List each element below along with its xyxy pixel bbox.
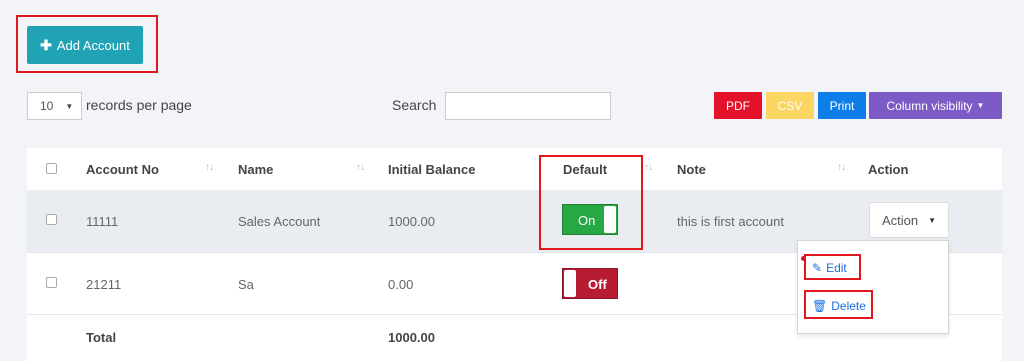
column-visibility-button[interactable]: Column visibility ▼ xyxy=(869,92,1002,119)
sort-icon: ↑↓ xyxy=(644,162,653,173)
account-no-cell: 21211 xyxy=(86,277,122,292)
select-all-checkbox[interactable] xyxy=(46,163,57,174)
sort-icon: ↑↓ xyxy=(205,162,214,173)
csv-button[interactable]: CSV xyxy=(766,92,814,119)
caret-down-icon: ▼ xyxy=(65,101,74,111)
name-cell: Sa xyxy=(238,277,254,292)
total-initial-balance: 1000.00 xyxy=(388,330,435,345)
caret-down-icon: ▼ xyxy=(976,101,985,110)
search-input[interactable] xyxy=(445,92,611,120)
toggle-knob xyxy=(564,270,576,297)
records-per-page-label: records per page xyxy=(86,97,192,113)
column-visibility-label: Column visibility xyxy=(886,98,973,113)
action-label: Action xyxy=(881,212,919,228)
header-initial-balance[interactable]: Initial Balance xyxy=(388,148,475,190)
header-account-no[interactable]: Account No xyxy=(86,148,159,190)
caret-down-icon: ▼ xyxy=(928,215,937,225)
header-note[interactable]: Note xyxy=(677,148,706,190)
header-action: Action xyxy=(868,161,909,177)
records-per-page-value: 10 xyxy=(40,99,54,113)
initial-balance-cell: 0.00 xyxy=(388,277,414,292)
highlight-edit-dot xyxy=(801,256,806,261)
sort-icon: ↑↓ xyxy=(356,162,365,173)
total-label: Total xyxy=(86,330,117,345)
toggle-label: Off xyxy=(588,277,607,292)
highlight-edit xyxy=(804,254,861,280)
pdf-button[interactable]: PDF xyxy=(714,92,762,119)
action-button[interactable]: Action ▼ xyxy=(869,202,949,238)
name-cell: Sales Account xyxy=(238,214,321,229)
highlight-add-account xyxy=(16,15,158,73)
sort-icon: ↑↓ xyxy=(837,162,846,173)
default-toggle-off[interactable]: Off xyxy=(562,268,618,299)
print-button[interactable]: Print xyxy=(818,92,866,119)
search-label: Search xyxy=(392,97,437,113)
row-checkbox[interactable] xyxy=(46,277,57,288)
highlight-delete xyxy=(804,290,873,319)
records-per-page-select[interactable]: 10 ▼ xyxy=(27,92,82,120)
account-no-cell: 11111 xyxy=(86,214,119,229)
row-checkbox[interactable] xyxy=(46,214,57,225)
header-name[interactable]: Name xyxy=(238,148,273,190)
note-cell: this is first account xyxy=(677,214,784,229)
highlight-default-toggle xyxy=(539,155,643,250)
initial-balance-cell: 1000.00 xyxy=(388,214,435,229)
